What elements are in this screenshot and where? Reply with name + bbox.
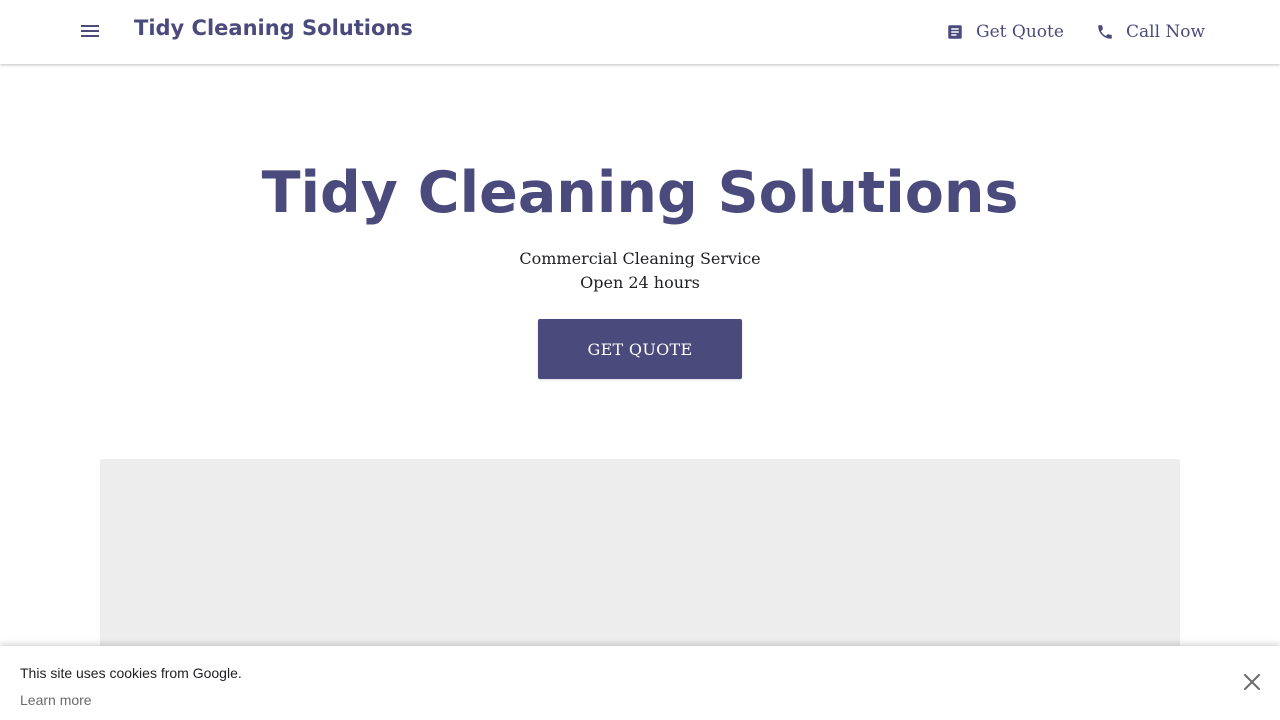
cookie-banner: This site uses cookies from Google. Lear… [0, 646, 1280, 720]
hamburger-menu-icon [81, 25, 99, 37]
close-icon [1244, 674, 1260, 690]
hero-title: Tidy Cleaning Solutions [261, 160, 1019, 226]
business-category: Commercial Cleaning Service [519, 249, 761, 268]
get-quote-link[interactable]: Get Quote [946, 19, 1064, 45]
page: Tidy Cleaning Solutions Get Quote Call N… [0, 0, 1280, 720]
phone-icon [1098, 25, 1112, 39]
get-quote-button[interactable]: GET QUOTE [538, 319, 742, 379]
menu-button[interactable] [78, 19, 102, 43]
call-now-label: Call Now [1126, 22, 1206, 42]
business-hours: Open 24 hours [580, 273, 700, 292]
form-list-icon [948, 25, 962, 39]
top-app-bar: Tidy Cleaning Solutions Get Quote Call N… [0, 0, 1280, 64]
get-quote-label: Get Quote [976, 22, 1064, 42]
cookie-close-button[interactable] [1240, 670, 1264, 694]
cookie-message: This site uses cookies from Google. [20, 665, 242, 681]
learn-more-link[interactable]: Learn more [20, 692, 92, 708]
site-brand[interactable]: Tidy Cleaning Solutions [134, 16, 413, 40]
call-now-link[interactable]: Call Now [1096, 19, 1205, 45]
